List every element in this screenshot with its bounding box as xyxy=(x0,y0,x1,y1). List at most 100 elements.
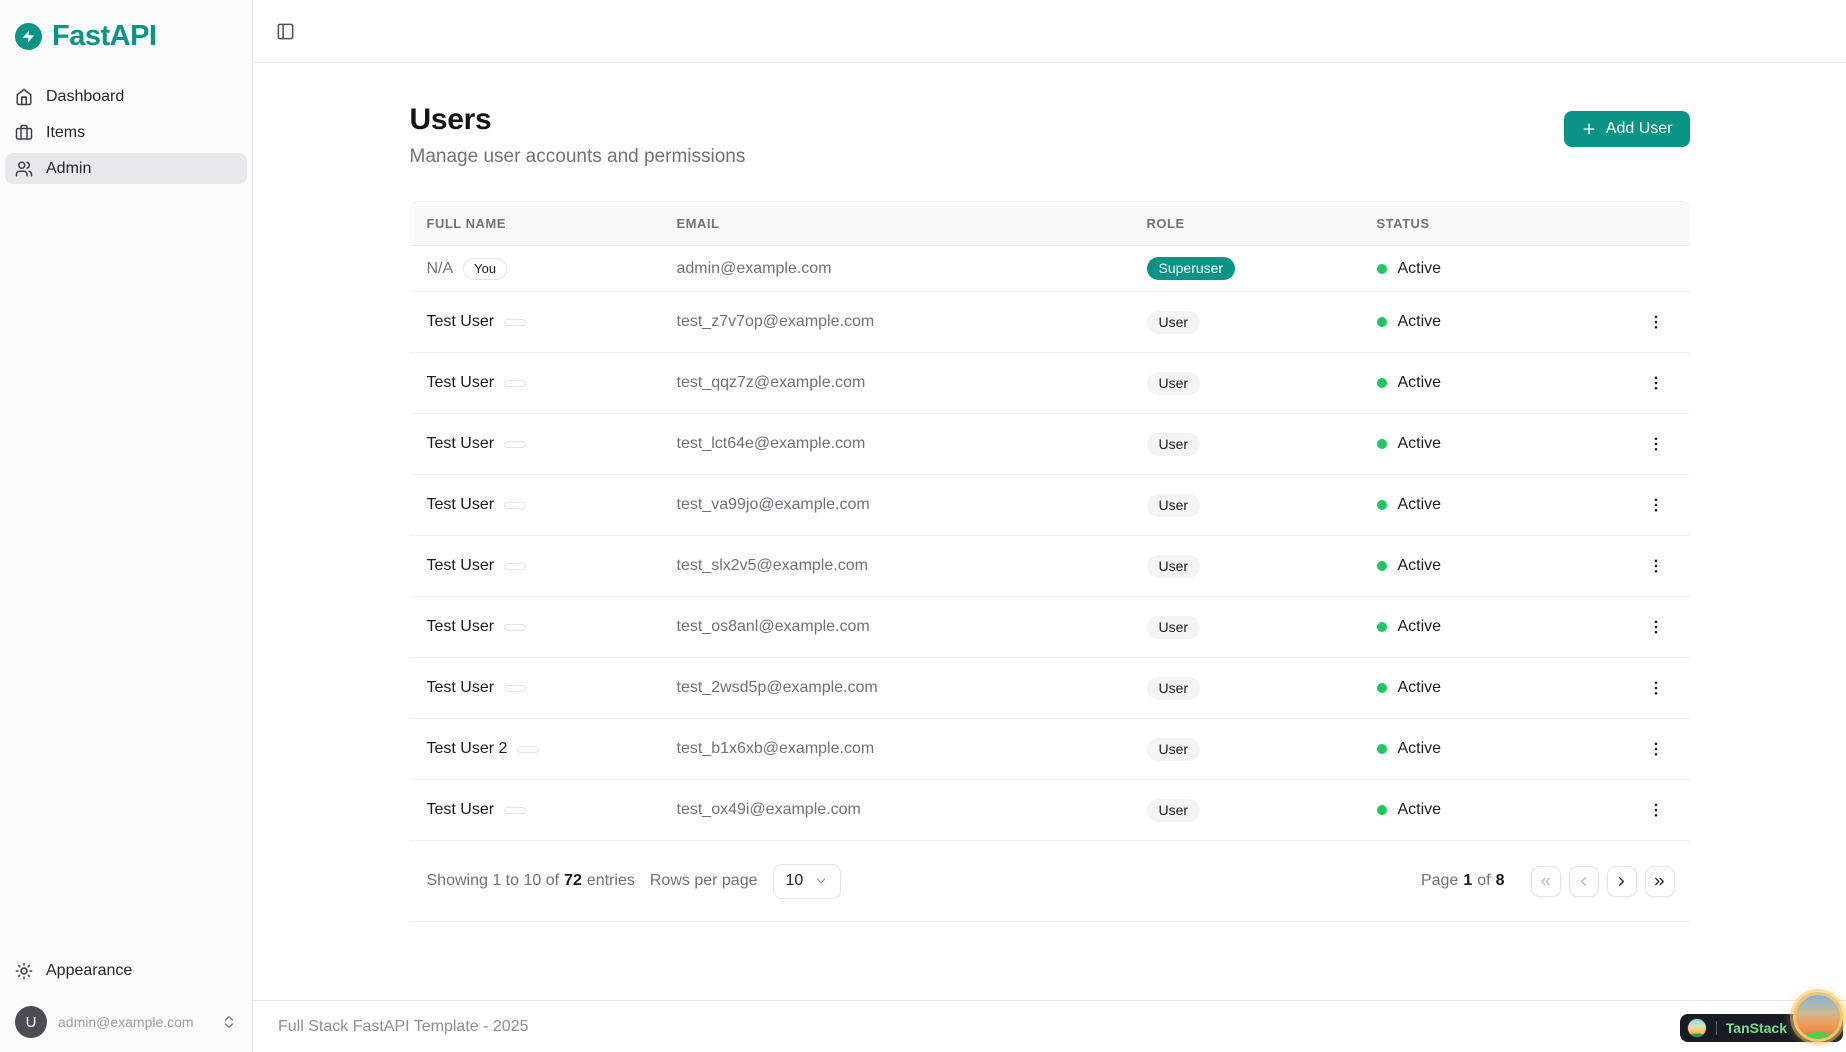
you-badge xyxy=(504,563,526,570)
more-vertical-icon xyxy=(1647,679,1665,697)
current-page-number: 1 xyxy=(1463,872,1472,890)
table-row: Test User test_2wsd5p@example.com User A… xyxy=(410,658,1690,719)
status-text: Active xyxy=(1398,260,1442,278)
you-badge xyxy=(517,746,539,753)
row-actions-menu-button[interactable] xyxy=(1642,674,1670,702)
you-badge xyxy=(504,441,526,448)
sidebar-toggle-button[interactable] xyxy=(272,18,299,45)
row-actions-menu-button[interactable] xyxy=(1642,491,1670,519)
row-actions-menu-button[interactable] xyxy=(1642,430,1670,458)
status-dot xyxy=(1377,500,1387,510)
previous-page-button[interactable] xyxy=(1569,866,1599,897)
total-entries-count: 72 xyxy=(564,872,582,890)
role-badge: User xyxy=(1147,616,1201,639)
column-header-status: STATUS xyxy=(1360,216,1610,231)
role-badge: User xyxy=(1147,311,1201,334)
status-dot xyxy=(1377,805,1387,815)
main-area: Users Manage user accounts and permissio… xyxy=(253,0,1846,1052)
sidebar-bottom: Appearance U admin@example.com xyxy=(0,955,252,1052)
user-full-name: Test User xyxy=(427,618,495,635)
appearance-button[interactable]: Appearance xyxy=(5,955,247,986)
user-email: test_os8anl@example.com xyxy=(660,618,1130,636)
status-dot xyxy=(1377,264,1387,274)
more-vertical-icon xyxy=(1647,435,1665,453)
row-actions-menu-button[interactable] xyxy=(1642,369,1670,397)
chevron-left-icon xyxy=(1576,874,1591,889)
rows-per-page-select[interactable]: 10 xyxy=(773,864,841,899)
page-info: Page1of8 xyxy=(1421,872,1505,890)
sidebar: FastAPI Dashboard Items Admin Appearance xyxy=(0,0,253,1052)
tanstack-devtools-toggle-button[interactable] xyxy=(1793,992,1843,1042)
last-page-button[interactable] xyxy=(1645,866,1675,897)
column-header-email: EMAIL xyxy=(660,216,1130,231)
add-user-label: Add User xyxy=(1606,120,1673,138)
first-page-button[interactable] xyxy=(1531,866,1561,897)
table-header-row: FULL NAME EMAIL ROLE STATUS xyxy=(410,201,1690,246)
status-dot xyxy=(1377,378,1387,388)
user-email: test_ox49i@example.com xyxy=(660,801,1130,819)
chevron-right-icon xyxy=(1614,874,1629,889)
brand-name: FastAPI xyxy=(52,20,156,53)
tanstack-logo-icon xyxy=(1687,1018,1707,1038)
you-badge xyxy=(504,319,526,326)
status-text: Active xyxy=(1398,435,1442,453)
more-vertical-icon xyxy=(1647,374,1665,392)
divider xyxy=(1716,1021,1717,1035)
app-footer: Full Stack FastAPI Template - 2025 xyxy=(253,1000,1846,1052)
row-actions-menu-button[interactable] xyxy=(1642,735,1670,763)
sidebar-item-label: Items xyxy=(46,124,85,142)
user-email-label: admin@example.com xyxy=(58,1014,210,1030)
tanstack-label: TanStack xyxy=(1726,1020,1787,1036)
sidebar-item-dashboard[interactable]: Dashboard xyxy=(5,81,247,112)
sidebar-item-label: Dashboard xyxy=(46,88,124,106)
status-dot xyxy=(1377,439,1387,449)
users-table: FULL NAME EMAIL ROLE STATUS N/AYou admin… xyxy=(410,201,1690,841)
appearance-label: Appearance xyxy=(46,962,132,980)
row-actions-menu-button[interactable] xyxy=(1642,613,1670,641)
panel-left-icon xyxy=(276,22,295,41)
user-full-name: Test User xyxy=(427,557,495,574)
avatar: U xyxy=(15,1006,47,1038)
role-badge: User xyxy=(1147,738,1201,761)
chevron-down-icon xyxy=(814,874,828,888)
page-content: Users Manage user accounts and permissio… xyxy=(253,63,1846,1000)
row-actions-menu-button[interactable] xyxy=(1642,552,1670,580)
fastapi-logo[interactable]: FastAPI xyxy=(15,20,252,53)
status-text: Active xyxy=(1398,557,1442,575)
more-vertical-icon xyxy=(1647,618,1665,636)
user-full-name: Test User xyxy=(427,313,495,330)
status-text: Active xyxy=(1398,496,1442,514)
role-badge: User xyxy=(1147,799,1201,822)
row-actions-menu-button[interactable] xyxy=(1642,308,1670,336)
you-badge xyxy=(504,624,526,631)
sidebar-item-items[interactable]: Items xyxy=(5,117,247,148)
status-text: Active xyxy=(1398,618,1442,636)
plus-icon xyxy=(1581,121,1597,137)
table-row: Test User test_va99jo@example.com User A… xyxy=(410,475,1690,536)
status-dot xyxy=(1377,317,1387,327)
user-full-name: Test User xyxy=(427,801,495,818)
house-icon xyxy=(15,88,33,106)
role-badge: Superuser xyxy=(1147,257,1236,280)
user-email: test_2wsd5p@example.com xyxy=(660,679,1130,697)
user-email: test_z7v7op@example.com xyxy=(660,313,1130,331)
you-badge xyxy=(504,502,526,509)
user-email: test_va99jo@example.com xyxy=(660,496,1130,514)
status-dot xyxy=(1377,744,1387,754)
rows-per-page-label: Rows per page xyxy=(650,872,758,890)
app-window: FastAPI Dashboard Items Admin Appearance xyxy=(0,0,1846,1052)
next-page-button[interactable] xyxy=(1607,866,1637,897)
status-text: Active xyxy=(1398,740,1442,758)
status-dot xyxy=(1377,561,1387,571)
user-email: test_lct64e@example.com xyxy=(660,435,1130,453)
table-row: Test User test_ox49i@example.com User Ac… xyxy=(410,780,1690,841)
total-pages-number: 8 xyxy=(1496,872,1505,890)
table-row: Test User 2 test_b1x6xb@example.com User… xyxy=(410,719,1690,780)
column-header-full-name: FULL NAME xyxy=(410,216,660,231)
sidebar-item-admin[interactable]: Admin xyxy=(5,153,247,184)
role-badge: User xyxy=(1147,555,1201,578)
you-badge: You xyxy=(463,258,507,280)
user-menu-button[interactable]: U admin@example.com xyxy=(5,1000,247,1044)
row-actions-menu-button[interactable] xyxy=(1642,796,1670,824)
add-user-button[interactable]: Add User xyxy=(1564,111,1690,147)
